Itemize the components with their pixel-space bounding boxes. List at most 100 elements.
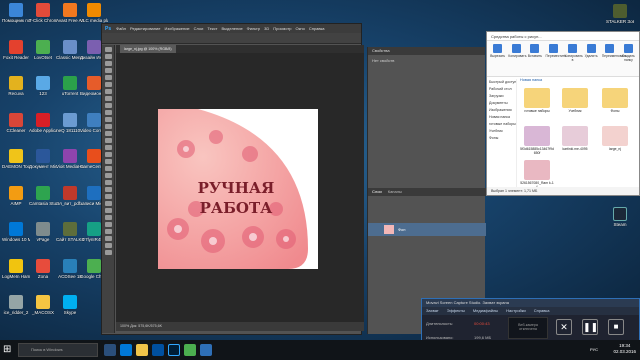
ps-logo-icon[interactable]: Ps [102,26,114,32]
movavi-menu-item[interactable]: Настройки [506,307,526,315]
file-explorer-window[interactable]: Средства работы с рисун... Вырезать Копир… [486,31,640,196]
artboard[interactable]: РУЧНАЯ РАБОТА [158,109,318,269]
ps-tool-icon[interactable] [104,222,112,227]
cancel-button[interactable]: ✕ [556,319,572,335]
ps-menu-item[interactable]: Изображение [162,26,191,31]
desktop-icon[interactable]: vPage [29,222,57,242]
ps-tool-icon[interactable] [104,124,112,129]
desktop-icon[interactable]: _MACOSX [29,295,57,315]
chrome-taskbar-icon[interactable] [184,344,196,356]
ps-tool-icon[interactable] [104,173,112,178]
desktop-icon[interactable]: AIMP [2,185,30,206]
desktop-icon[interactable]: Помощник по обновл... [2,3,30,23]
tab-channels[interactable]: Каналы [388,188,402,196]
ps-menu-item[interactable]: Файл [114,26,128,31]
ps-tool-icon[interactable] [104,236,112,241]
ps-tool-icon[interactable] [104,61,112,66]
ribbon-button[interactable]: Переименовать [602,44,627,73]
nav-item[interactable]: Рабочий стол [487,86,516,93]
file-item[interactable]: Учебник [558,88,592,113]
desktop-icon[interactable]: VLC media player [80,3,108,23]
desktop-icon[interactable]: DAEMON Tools Lite [2,149,30,169]
movavi-menu-item[interactable]: Справка [534,307,550,315]
start-icon[interactable]: ⊞ [3,344,14,355]
ps-tool-icon[interactable] [104,68,112,73]
file-item[interactable]: kartinki.me-4095 [558,126,592,151]
photoshop-taskbar-icon[interactable] [168,344,180,356]
desktop-icon[interactable]: Skype [56,295,84,315]
edge-icon[interactable] [120,344,132,356]
desktop-icon[interactable]: LogMeIn Hamachi [2,258,30,279]
ps-tool-icon[interactable] [104,208,112,213]
nav-item[interactable]: Изображения [487,107,516,114]
ps-tool-icon[interactable] [104,89,112,94]
desktop-icon[interactable]: ice_ridder_2 [2,295,30,315]
ps-tool-icon[interactable] [104,138,112,143]
ps-tool-icon[interactable] [104,47,112,52]
nav-item[interactable]: Фоны [487,135,516,142]
ps-menu-item[interactable]: Фильтр [245,26,262,31]
ps-tool-icon[interactable] [104,82,112,87]
language-indicator[interactable]: РУС [590,347,598,352]
ribbon-button[interactable]: Копировать в [565,44,583,73]
pause-button[interactable]: ❚❚ [582,319,598,335]
nav-item[interactable]: Учебник [487,128,516,135]
nav-item[interactable]: готовые наборы [487,121,516,128]
taskbar-search[interactable]: Поиск в Windows [18,343,98,357]
explorer-taskbar-icon[interactable] [136,344,148,356]
ribbon-button[interactable]: Вырезать [490,44,505,73]
taskbar-clock[interactable]: 19:34 02.03.2016 [613,343,636,355]
file-item[interactable]: готовые наборы [520,88,554,113]
file-item[interactable]: Фоны [598,88,632,113]
ps-menu-item[interactable]: Слои [192,26,206,31]
ps-tool-icon[interactable] [104,110,112,115]
ps-tool-icon[interactable] [104,250,112,255]
ps-tool-icon[interactable] [104,117,112,122]
desktop-icon-stalker[interactable]: STALKER Зов Припяти [606,4,634,24]
file-item[interactable]: large_nj [598,126,632,151]
desktop-icon[interactable]: 123 [29,76,57,96]
nav-item[interactable]: Новая папка [487,114,516,121]
ps-tool-icon[interactable] [104,180,112,185]
desktop-icon[interactable]: Zona [29,258,57,279]
ps-tool-icon[interactable] [104,159,112,164]
ps-menu-item[interactable]: Окно [294,26,307,31]
task-view-icon[interactable] [104,344,116,356]
properties-panel-header[interactable]: Свойства [368,47,485,55]
photoshop-window[interactable]: Ps Файл Редактирование Изображение Слои Текс… [101,23,364,335]
ps-tool-icon[interactable] [104,54,112,59]
ps-menu-item[interactable]: Просмотр [271,26,293,31]
desktop-icon[interactable]: Adobe Applicati... [29,112,57,133]
ribbon-button[interactable]: Удалить [584,44,599,73]
movavi-menu-item[interactable]: Эффекты [447,307,465,315]
ps-document-tab[interactable]: large_nj.jpg @ 100% (RGB/8) [120,45,176,53]
desktop-icon-steam-right[interactable]: Steam [606,207,634,227]
ps-tool-icon[interactable] [104,201,112,206]
movavi-menu-item[interactable]: Медиафайлы [473,307,498,315]
desktop-icon[interactable]: CCleaner [2,112,30,133]
ribbon-button[interactable]: Создать папку [621,44,636,73]
ps-menu-item[interactable]: Справка [307,26,327,31]
stop-button[interactable]: ■ [608,319,624,335]
ps-tool-icon[interactable] [104,75,112,80]
ps-tool-icon[interactable] [104,131,112,136]
file-item[interactable]: 5f3d615885c13467f9d650f [520,126,554,155]
desktop-icon[interactable]: Документ Microsoft... [29,149,57,169]
ps-menu-item[interactable]: Текст [205,26,219,31]
ps-tool-icon[interactable] [104,243,112,248]
ps-tool-icon[interactable] [104,103,112,108]
ps-canvas-area[interactable]: РУЧНАЯ РАБОТА [116,53,364,322]
desktop-icon[interactable]: LovOtset [29,39,57,60]
nav-item[interactable]: Документы [487,100,516,107]
file-item[interactable]: 5261567080_Ram k-1f [520,160,554,189]
nav-item[interactable]: Быстрый доступ [487,79,516,86]
movavi-menu-item[interactable]: Захват [426,307,439,315]
nav-item[interactable]: Загрузки [487,93,516,100]
desktop-icon[interactable]: T-Click Chrome [29,3,57,23]
desktop-icon[interactable]: Foxit Reader [2,39,30,60]
tab-layers[interactable]: Слои [372,188,382,196]
ps-tool-icon[interactable] [104,145,112,150]
desktop-icon[interactable]: Windows 10 Manager [2,222,30,242]
ribbon-button[interactable]: Переместить [546,44,566,73]
ps-tool-icon[interactable] [104,229,112,234]
